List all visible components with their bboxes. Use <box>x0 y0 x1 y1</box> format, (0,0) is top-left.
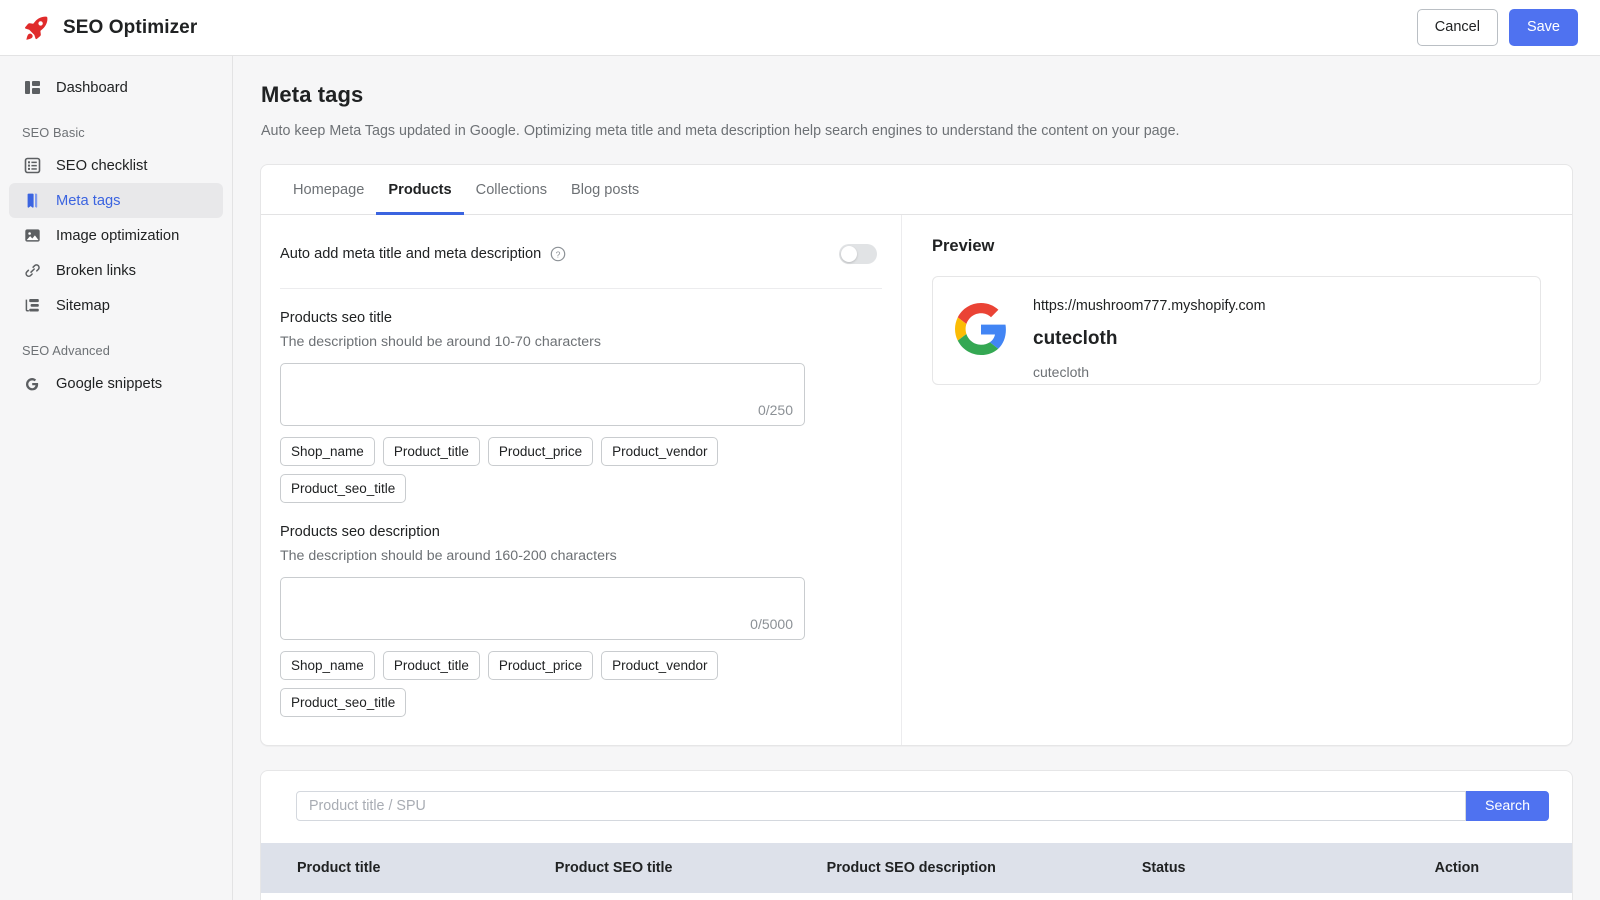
table-header: Product title Product SEO title Product … <box>261 843 1572 893</box>
sidebar-section-advanced: SEO Advanced <box>22 343 110 358</box>
sidebar-item-label: Sitemap <box>56 297 110 314</box>
main-content: Meta tags Auto keep Meta Tags updated in… <box>233 56 1600 900</box>
chip-product-vendor[interactable]: Product_vendor <box>601 437 719 466</box>
preview-text-block: https://mushroom777.myshopify.com cutecl… <box>1033 297 1266 381</box>
cell-action <box>1434 893 1572 900</box>
sidebar-item-label: Google snippets <box>56 375 163 392</box>
sidebar-item-dashboard[interactable]: Dashboard <box>9 70 223 105</box>
preview-description: cutecloth <box>1033 364 1090 380</box>
toggle-knob <box>841 246 857 262</box>
products-table: Product title Product SEO title Product … <box>261 843 1572 900</box>
chip-product-price[interactable]: Product_price <box>487 437 594 466</box>
auto-add-row: Auto add meta title and meta description… <box>261 237 901 271</box>
tab-blog-posts[interactable]: Blog posts <box>559 165 651 215</box>
chip-product-title[interactable]: Product_title <box>382 437 480 466</box>
sidebar-item-label: Dashboard <box>56 79 128 96</box>
google-g-icon <box>22 374 42 394</box>
sitemap-icon <box>22 296 42 316</box>
app-title: SEO Optimizer <box>63 16 198 38</box>
seo-description-hint: The description should be around 160-200… <box>280 548 617 564</box>
google-preview-card: https://mushroom777.myshopify.com cutecl… <box>932 276 1541 385</box>
google-g-icon <box>955 303 1007 360</box>
preview-column: Preview https://mushroom777.myshopify.co… <box>902 215 1572 745</box>
seo-title-hint: The description should be around 10-70 c… <box>280 334 601 350</box>
seo-description-counter: 0/5000 <box>750 616 793 632</box>
image-icon <box>22 226 42 246</box>
page-header: Meta tags Auto keep Meta Tags updated in… <box>233 56 1600 141</box>
cancel-button[interactable]: Cancel <box>1416 9 1498 46</box>
sidebar: Dashboard SEO Basic SEO checklist Meta t… <box>0 56 233 900</box>
seo-title-variable-chips: Shop_name Product_title Product_price Pr… <box>280 437 805 503</box>
seo-title-input[interactable]: 0/250 <box>280 363 805 426</box>
column-product-seo-title: Product SEO title <box>554 843 827 893</box>
save-button[interactable]: Save <box>1508 9 1578 46</box>
card-body: Auto add meta title and meta description… <box>261 215 1572 745</box>
table-header-row: Product title Product SEO title Product … <box>261 843 1572 893</box>
seo-description-field: Products seo description The description… <box>261 503 901 717</box>
seo-description-input[interactable]: 0/5000 <box>280 577 805 640</box>
sidebar-item-label: Meta tags <box>56 192 121 209</box>
preview-url: https://mushroom777.myshopify.com <box>1033 298 1266 314</box>
cell-product-title: Product title <box>261 893 555 900</box>
page-title: Meta tags <box>261 82 364 107</box>
cell-product-seo-description: Product SEO description description desc <box>826 893 1142 900</box>
table-row[interactable]: Product title Product SEO title Product … <box>261 893 1572 900</box>
sidebar-item-label: SEO checklist <box>56 157 148 174</box>
page-subtitle: Auto keep Meta Tags updated in Google. O… <box>261 123 1180 139</box>
seo-description-variable-chips: Shop_name Product_title Product_price Pr… <box>280 651 805 717</box>
question-circle-icon[interactable]: ? <box>550 246 566 262</box>
top-bar: SEO Optimizer Cancel Save <box>0 0 1600 56</box>
preview-heading: Preview <box>932 237 995 255</box>
sidebar-item-label: Broken links <box>56 262 136 279</box>
column-status: Status <box>1141 843 1435 893</box>
seo-title-field: Products seo title The description shoul… <box>261 289 901 503</box>
cell-status: Auto optimized <box>1141 893 1435 900</box>
top-bar-actions: Cancel Save <box>1416 9 1600 46</box>
seo-description-label: Products seo description <box>280 524 440 540</box>
products-table-card: Search Product title Product SEO title P… <box>260 770 1573 900</box>
sidebar-item-image-optimization[interactable]: Image optimization <box>9 218 223 253</box>
sidebar-item-meta-tags[interactable]: Meta tags <box>9 183 223 218</box>
search-row: Search <box>261 771 1572 843</box>
table-body: Product title Product SEO title Product … <box>261 893 1572 900</box>
chip-shop-name[interactable]: Shop_name <box>280 437 375 466</box>
sidebar-item-google-snippets[interactable]: Google snippets <box>9 366 223 401</box>
rocket-icon <box>22 14 50 42</box>
meta-tags-card: Homepage Products Collections Blog posts… <box>260 164 1573 746</box>
sidebar-item-label: Image optimization <box>56 227 180 244</box>
sidebar-item-seo-checklist[interactable]: SEO checklist <box>9 148 223 183</box>
chip-product-seo-title[interactable]: Product_seo_title <box>280 474 407 503</box>
tag-icon <box>22 191 42 211</box>
column-product-seo-description: Product SEO description <box>826 843 1142 893</box>
svg-text:?: ? <box>556 249 561 259</box>
chip-shop-name[interactable]: Shop_name <box>280 651 375 680</box>
auto-add-toggle[interactable] <box>839 244 877 264</box>
chip-product-vendor[interactable]: Product_vendor <box>601 651 719 680</box>
link-icon <box>22 261 42 281</box>
sidebar-section-basic: SEO Basic <box>22 125 85 140</box>
tab-bar: Homepage Products Collections Blog posts <box>261 165 1572 215</box>
brand: SEO Optimizer <box>0 14 197 42</box>
search-button[interactable]: Search <box>1466 791 1549 821</box>
tab-homepage[interactable]: Homepage <box>281 165 376 215</box>
column-product-title: Product title <box>261 843 555 893</box>
chip-product-title[interactable]: Product_title <box>382 651 480 680</box>
chip-product-seo-title[interactable]: Product_seo_title <box>280 688 407 717</box>
seo-title-counter: 0/250 <box>757 402 793 418</box>
cell-product-seo-title: Product SEO title <box>554 893 827 900</box>
tab-collections[interactable]: Collections <box>464 165 559 215</box>
seo-title-label: Products seo title <box>280 310 392 326</box>
chip-product-price[interactable]: Product_price <box>487 651 594 680</box>
sidebar-item-broken-links[interactable]: Broken links <box>9 253 223 288</box>
column-action: Action <box>1434 843 1572 893</box>
checklist-icon <box>22 156 42 176</box>
dashboard-icon <box>22 78 42 98</box>
auto-add-label: Auto add meta title and meta description <box>280 246 542 262</box>
form-column: Auto add meta title and meta description… <box>261 215 902 745</box>
sidebar-item-sitemap[interactable]: Sitemap <box>9 288 223 323</box>
tab-products[interactable]: Products <box>376 165 464 215</box>
preview-title: cutecloth <box>1033 328 1118 349</box>
search-input[interactable] <box>296 791 1467 821</box>
